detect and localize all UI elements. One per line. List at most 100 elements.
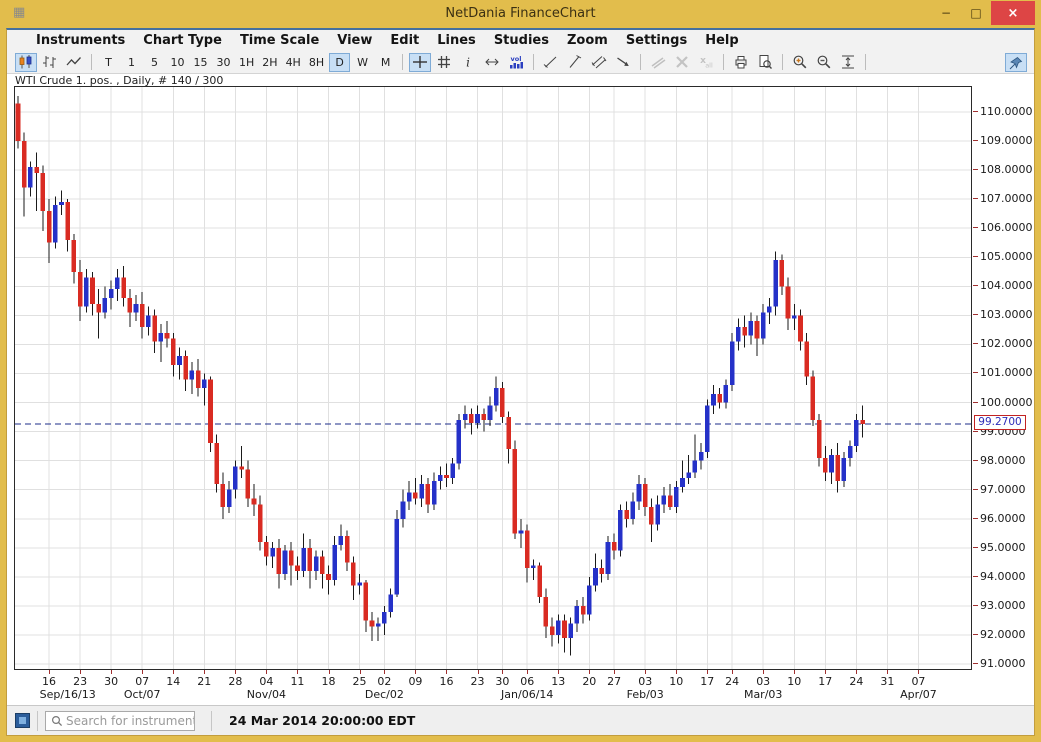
time-axis-day-label: 16 xyxy=(42,675,56,688)
timeframe-button-1H[interactable]: 1H xyxy=(236,53,257,72)
timeframe-button-2H[interactable]: 2H xyxy=(259,53,280,72)
price-axis-tick: 95.0000 xyxy=(973,541,1026,554)
price-axis-label: 102.0000 xyxy=(980,337,1033,350)
timeframe-button-4H[interactable]: 4H xyxy=(283,53,304,72)
timeframe-button-8H[interactable]: 8H xyxy=(306,53,327,72)
time-tick-mark xyxy=(502,670,503,674)
search-input[interactable] xyxy=(66,714,194,728)
time-axis-day-label: 04 xyxy=(259,675,273,688)
price-chart-plot[interactable] xyxy=(14,86,972,670)
minimize-button[interactable]: − xyxy=(931,1,961,25)
time-axis-day-label: 14 xyxy=(166,675,180,688)
window-controls: − □ × xyxy=(931,1,1035,25)
menu-item-help[interactable]: Help xyxy=(696,32,747,49)
trendline-button[interactable] xyxy=(564,53,586,72)
bar-spacing-button[interactable] xyxy=(481,53,503,72)
price-tick-mark xyxy=(973,663,978,664)
timeframe-button-10[interactable]: 10 xyxy=(167,53,188,72)
remove-line-button[interactable] xyxy=(647,53,669,72)
time-tick-mark xyxy=(732,670,733,674)
zoom-out-button[interactable] xyxy=(813,53,835,72)
price-axis-tick: 93.0000 xyxy=(973,599,1026,612)
price-axis-tick: 92.0000 xyxy=(973,628,1026,641)
menu-item-view[interactable]: View xyxy=(328,32,381,49)
time-tick-mark xyxy=(707,670,708,674)
pin-panel-icon xyxy=(1008,55,1024,71)
time-axis-day-label: 30 xyxy=(495,675,509,688)
status-bar: 24 Mar 2014 20:00:00 EDT xyxy=(7,705,1034,735)
timeframe-button-5[interactable]: 5 xyxy=(144,53,165,72)
toolbar-separator xyxy=(782,54,783,70)
price-axis-label: 97.0000 xyxy=(980,483,1026,496)
toolbar-separator xyxy=(723,54,724,70)
time-tick-mark xyxy=(825,670,826,674)
menu-item-edit[interactable]: Edit xyxy=(381,32,428,49)
print-preview-button[interactable] xyxy=(754,53,776,72)
timeframe-button-15[interactable]: 15 xyxy=(190,53,211,72)
time-tick-mark xyxy=(589,670,590,674)
time-axis-month-label: Jan/06/14 xyxy=(501,688,553,701)
timeframe-button-D[interactable]: D xyxy=(329,53,350,72)
close-button[interactable]: × xyxy=(991,1,1035,25)
price-axis-label: 101.0000 xyxy=(980,366,1033,379)
time-axis-day-label: 17 xyxy=(818,675,832,688)
candlestick-chart-button[interactable] xyxy=(15,53,37,72)
price-axis-tick: 101.0000 xyxy=(973,366,1033,379)
time-axis-month-label: Oct/07 xyxy=(124,688,161,701)
timeframe-button-M[interactable]: M xyxy=(375,53,396,72)
time-tick-mark xyxy=(360,670,361,674)
time-axis-day-label: 06 xyxy=(520,675,534,688)
trendline-anchor-button[interactable] xyxy=(540,53,562,72)
time-axis-day-label: 09 xyxy=(408,675,422,688)
toolbar-separator xyxy=(640,54,641,70)
crosshair-button[interactable] xyxy=(409,53,431,72)
menu-item-settings[interactable]: Settings xyxy=(617,32,696,49)
menu-item-studies[interactable]: Studies xyxy=(485,32,558,49)
timeframe-button-T[interactable]: T xyxy=(98,53,119,72)
grid-toggle-button[interactable] xyxy=(433,53,455,72)
pin-panel-button[interactable] xyxy=(1005,53,1027,72)
volume-panel-button[interactable]: vol xyxy=(505,53,527,72)
svg-text:vol: vol xyxy=(511,55,522,63)
trendline-icon xyxy=(567,54,583,70)
price-axis-label: 106.0000 xyxy=(980,221,1033,234)
time-axis-day-label: 13 xyxy=(551,675,565,688)
info-cursor-button[interactable]: i xyxy=(457,53,479,72)
menu-item-lines[interactable]: Lines xyxy=(428,32,485,49)
print-icon xyxy=(733,54,749,70)
menu-item-zoom[interactable]: Zoom xyxy=(558,32,617,49)
ohlc-bar-chart-button[interactable] xyxy=(39,53,61,72)
menu-item-instruments[interactable]: Instruments xyxy=(27,32,134,49)
price-axis-tick: 105.0000 xyxy=(973,250,1033,263)
time-axis-month-label: Mar/03 xyxy=(744,688,782,701)
time-tick-mark xyxy=(49,670,50,674)
print-button[interactable] xyxy=(730,53,752,72)
zoom-in-button[interactable] xyxy=(789,53,811,72)
instrument-search[interactable] xyxy=(45,711,195,731)
ohlc-bar-chart-icon xyxy=(42,54,58,70)
price-tick-mark xyxy=(973,460,978,461)
maximize-button[interactable]: □ xyxy=(961,1,991,25)
price-axis-tick: 106.0000 xyxy=(973,221,1033,234)
fit-vertical-button[interactable] xyxy=(837,53,859,72)
delete-line-button[interactable] xyxy=(671,53,693,72)
timeframe-button-30[interactable]: 30 xyxy=(213,53,234,72)
price-tick-mark xyxy=(973,431,978,432)
price-axis-label: 107.0000 xyxy=(980,192,1033,205)
titlebar[interactable]: ▦ NetDania FinanceChart − □ × xyxy=(0,0,1041,28)
price-tick-mark xyxy=(973,402,978,403)
delete-all-lines-button[interactable]: xall xyxy=(695,53,717,72)
price-axis-label: 91.0000 xyxy=(980,657,1026,670)
timeframe-button-1[interactable]: 1 xyxy=(121,53,142,72)
price-axis-label: 92.0000 xyxy=(980,628,1026,641)
price-tick-mark xyxy=(973,634,978,635)
toolbar-separator xyxy=(91,54,92,70)
menu-item-time-scale[interactable]: Time Scale xyxy=(231,32,328,49)
line-chart-button[interactable] xyxy=(63,53,85,72)
parallel-lines-button[interactable] xyxy=(588,53,610,72)
arrow-line-button[interactable] xyxy=(612,53,634,72)
time-axis: 1623300714212804111825020916233006132027… xyxy=(14,670,972,704)
menu-item-chart-type[interactable]: Chart Type xyxy=(134,32,231,49)
connection-status-icon[interactable] xyxy=(15,713,30,728)
timeframe-button-W[interactable]: W xyxy=(352,53,373,72)
